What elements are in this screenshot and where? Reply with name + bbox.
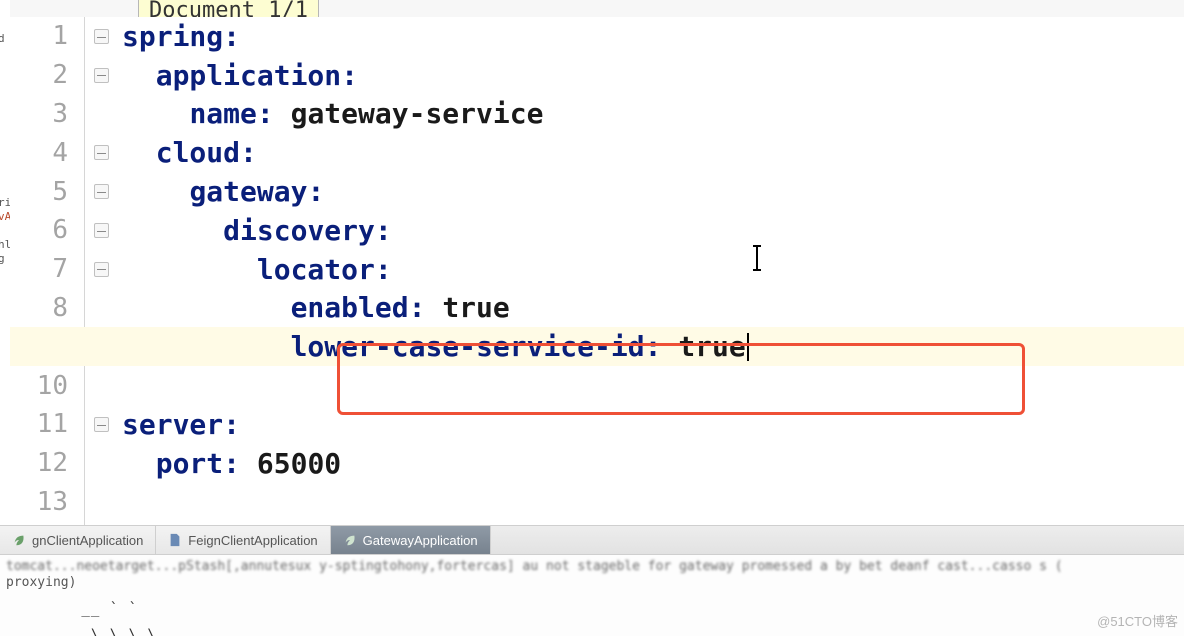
tab-label: gnClientApplication	[32, 533, 143, 548]
console-log-line: tomcat...neoetarget...pStash[,annutesux …	[6, 559, 1178, 575]
fold-toggle-icon[interactable]	[94, 223, 109, 238]
fold-guide-line	[84, 17, 85, 525]
yaml-value: gateway-service	[291, 97, 544, 130]
run-tab-bar: gnClientApplication FeignClientApplicatio…	[0, 525, 1184, 555]
tab-gateway[interactable]: GatewayApplication	[331, 526, 491, 554]
yaml-key: spring	[122, 20, 223, 53]
line-number: 3	[10, 95, 68, 134]
console-ascii-art: _ __ _ \ \ \ \	[6, 627, 1178, 636]
tab-feign-1[interactable]: gnClientApplication	[0, 526, 156, 554]
code-line[interactable]: server:	[122, 405, 1184, 444]
fold-toggle-icon[interactable]	[94, 417, 109, 432]
code-line[interactable]: cloud:	[122, 133, 1184, 172]
code-line[interactable]: locator:	[122, 250, 1184, 289]
yaml-value: 65000	[257, 447, 341, 480]
yaml-key: lower-case-service-id	[291, 330, 645, 363]
code-line[interactable]: spring:	[122, 17, 1184, 56]
console-panel[interactable]: tomcat...neoetarget...pStash[,annutesux …	[0, 555, 1184, 636]
yaml-value: true	[442, 291, 509, 324]
tab-feign-2[interactable]: FeignClientApplication	[156, 526, 330, 554]
code-line[interactable]	[122, 483, 1184, 522]
console-log-line: proxying)	[6, 575, 1178, 591]
ide-root: d ri vA hl g Document 1/1 12345678910111…	[0, 0, 1184, 636]
code-line[interactable]: lower-case-service-id: true	[10, 327, 1184, 366]
tab-label: FeignClientApplication	[188, 533, 317, 548]
line-number: 6	[10, 211, 68, 250]
yaml-key: name	[189, 97, 256, 130]
code-line[interactable]: gateway:	[122, 172, 1184, 211]
yaml-value: true	[678, 330, 745, 363]
text-cursor-icon	[756, 247, 758, 269]
fold-toggle-icon[interactable]	[94, 68, 109, 83]
code-line[interactable]: enabled: true	[122, 289, 1184, 328]
code-line[interactable]	[122, 366, 1184, 405]
code-area[interactable]: spring: application: name: gateway-servi…	[122, 17, 1184, 525]
line-number: 7	[10, 250, 68, 289]
line-number: 4	[10, 133, 68, 172]
line-number-gutter: 12345678910111213	[10, 17, 78, 525]
tab-label: GatewayApplication	[363, 533, 478, 548]
line-number: 10	[10, 366, 68, 405]
fold-column	[78, 17, 120, 525]
file-icon	[168, 533, 182, 547]
code-line[interactable]: name: gateway-service	[122, 95, 1184, 134]
fold-toggle-icon[interactable]	[94, 262, 109, 277]
yaml-key: port	[156, 447, 223, 480]
text-caret	[747, 333, 749, 361]
yaml-key: enabled	[291, 291, 409, 324]
code-line[interactable]: discovery:	[122, 211, 1184, 250]
line-number: 13	[10, 483, 68, 522]
code-line[interactable]: port: 65000	[122, 444, 1184, 483]
yaml-key: cloud	[156, 136, 240, 169]
console-ascii-art: __ ` `	[6, 601, 1178, 617]
yaml-key: gateway	[189, 175, 307, 208]
spring-leaf-icon	[12, 533, 26, 547]
code-line[interactable]: application:	[122, 56, 1184, 95]
fold-toggle-icon[interactable]	[94, 184, 109, 199]
line-number: 5	[10, 172, 68, 211]
line-number: 11	[10, 405, 68, 444]
yaml-key: application	[156, 59, 341, 92]
yaml-key: locator	[257, 253, 375, 286]
yaml-key: server	[122, 408, 223, 441]
fold-toggle-icon[interactable]	[94, 29, 109, 44]
line-number: 12	[10, 444, 68, 483]
line-number: 8	[10, 289, 68, 328]
line-number: 2	[10, 56, 68, 95]
code-editor[interactable]: 12345678910111213 spring: application: n…	[10, 17, 1184, 525]
fold-toggle-icon[interactable]	[94, 145, 109, 160]
spring-leaf-icon	[343, 533, 357, 547]
watermark: @51CTO博客	[1097, 611, 1178, 630]
line-number: 1	[10, 17, 68, 56]
yaml-key: discovery	[223, 214, 375, 247]
